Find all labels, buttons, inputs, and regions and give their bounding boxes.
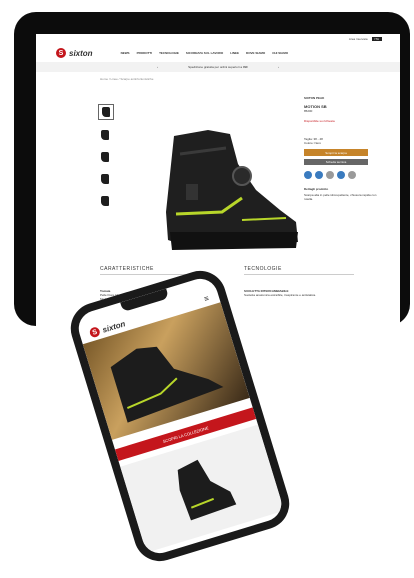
description-text: Scarpa alta in pelle idrorepellente, chi… [304, 193, 377, 201]
badge-icon [337, 171, 345, 179]
utility-bar: Area riservata ITA [36, 34, 400, 44]
primary-cta-button[interactable]: Scopri la scarpa [304, 149, 368, 156]
promo-prev-arrow[interactable]: ‹ [157, 65, 158, 69]
thumbnail-3[interactable] [98, 150, 112, 164]
boot-icon [101, 152, 109, 162]
brand-logo[interactable]: S sixton [56, 48, 93, 58]
thumbnail-1[interactable] [98, 104, 114, 120]
promo-bar: ‹ Spedizione gratuita per ordini superio… [36, 62, 400, 72]
main-navigation: S sixton NEWS PRODOTTI TECNOLOGIE SICURE… [36, 44, 400, 62]
nav-item-sicurezza[interactable]: SICUREZZA SUL LAVORO [186, 51, 223, 55]
description-title: Dettagli prodotto [304, 187, 329, 191]
thumbnail-4[interactable] [98, 172, 112, 186]
logo-mark-icon: S [56, 48, 66, 58]
boot-icon [102, 107, 110, 117]
badge-icon [348, 171, 356, 179]
nav-item-chi-siamo[interactable]: CHI SIAMO [272, 51, 288, 55]
availability-note: Disponibile su richiesta [304, 119, 335, 123]
hamburger-menu-icon[interactable]: ≡ [203, 294, 210, 304]
promo-next-arrow[interactable]: › [278, 65, 279, 69]
section-title-tecnologie: TECNOLOGIE [244, 266, 354, 275]
nav-item-dove-siamo[interactable]: DOVE SIAMO [246, 51, 265, 55]
promo-text: Spedizione gratuita per ordini superiori… [188, 65, 248, 69]
nav-item-linee[interactable]: LINEE [230, 51, 239, 55]
breadcrumb[interactable]: Home / Linee / Scarpe antinfortunistiche [36, 72, 400, 81]
certification-badges [304, 171, 384, 179]
boot-icon [101, 130, 109, 140]
phone-body: S sixton ≡ SCOPRI LA COLLEZIONE [64, 264, 296, 568]
nav-item-news[interactable]: NEWS [121, 51, 130, 55]
color-label: Colore: Nero [304, 141, 322, 145]
boot-icon [101, 174, 109, 184]
product-main-image[interactable] [146, 124, 306, 264]
login-link[interactable]: Area riservata [349, 37, 368, 41]
product-info: SIXTON PEAK MOTION SB 85200 Disponibile … [304, 96, 384, 201]
logo-mark-icon: S [88, 326, 102, 339]
nav-item-prodotti[interactable]: PRODOTTI [137, 51, 153, 55]
badge-icon [315, 171, 323, 179]
product-code: 85200 [304, 109, 313, 113]
nav-menu: NEWS PRODOTTI TECNOLOGIE SICUREZZA SUL L… [121, 51, 288, 55]
nav-item-tecnologie[interactable]: TECNOLOGIE [159, 51, 179, 55]
datasheet-button[interactable]: Scheda tecnica [304, 159, 368, 165]
thumbnail-2[interactable] [98, 128, 112, 142]
product-thumbnails [98, 104, 114, 208]
badge-icon [326, 171, 334, 179]
language-selector[interactable]: ITA [371, 37, 382, 41]
phone-screen: S sixton ≡ SCOPRI LA COLLEZIONE [74, 274, 286, 558]
boot-icon [101, 196, 109, 206]
logo-text: sixton [69, 48, 93, 58]
thumbnail-5[interactable] [98, 194, 112, 208]
badge-icon [304, 171, 312, 179]
product-brand: SIXTON PEAK [304, 96, 325, 100]
